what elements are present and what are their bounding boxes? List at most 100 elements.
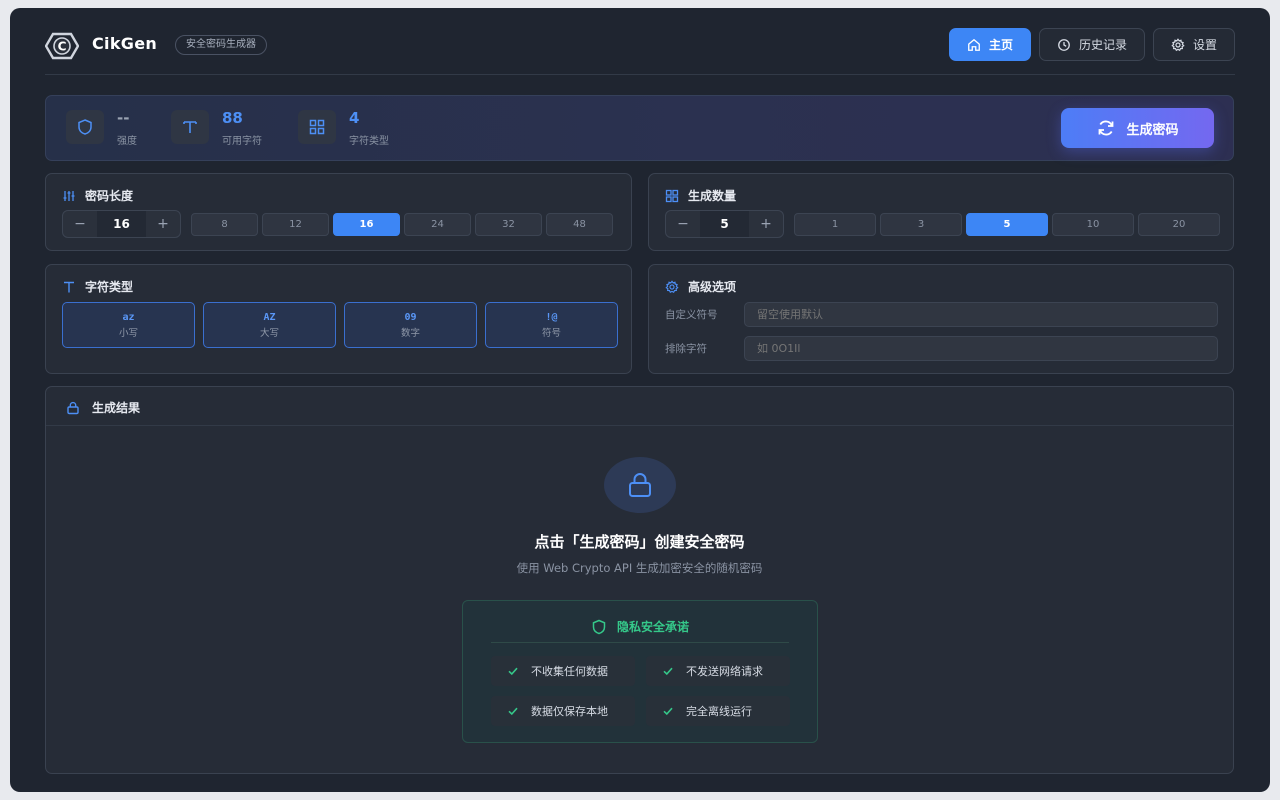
app-name: CikGen [92, 34, 158, 53]
password-length-title: 密码长度 [62, 187, 133, 204]
advanced-options-card: 高级选项 自定义符号 排除字符 [648, 264, 1234, 374]
char-type-toggles: az 小写 AZ 大写 09 数字 !@ 符号 [62, 302, 618, 348]
promise-item: 不发送网络请求 [646, 656, 790, 686]
length-preset-8[interactable]: 8 [191, 213, 258, 236]
count-preset-1[interactable]: 1 [794, 213, 876, 236]
length-preset-16[interactable]: 16 [333, 213, 400, 236]
nav-history-label: 历史记录 [1078, 38, 1127, 52]
custom-symbols-row: 自定义符号 [665, 302, 1218, 327]
char-type-symbols-toggle[interactable]: !@ 符号 [485, 302, 618, 348]
length-preset-32[interactable]: 32 [475, 213, 542, 236]
count-preset-20[interactable]: 20 [1138, 213, 1220, 236]
type-icon [171, 110, 209, 144]
check-icon [508, 667, 518, 676]
char-types-title: 字符类型 [62, 278, 133, 295]
count-preset-3[interactable]: 3 [880, 213, 962, 236]
advanced-options-title: 高级选项 [665, 278, 736, 295]
promise-item: 数据仅保存本地 [491, 696, 635, 726]
length-increment-button[interactable]: + [146, 211, 180, 237]
char-type-uppercase-toggle[interactable]: AZ 大写 [203, 302, 336, 348]
result-header: 生成结果 [46, 387, 1233, 426]
gear-icon [1171, 37, 1185, 51]
count-presets: 1 3 5 10 20 [794, 213, 1220, 236]
gear-icon [665, 279, 679, 293]
promise-item: 不收集任何数据 [491, 656, 635, 686]
count-preset-10[interactable]: 10 [1052, 213, 1134, 236]
exclude-chars-label: 排除字符 [665, 343, 707, 355]
check-icon [663, 667, 673, 676]
grid-icon [298, 110, 336, 144]
lock-icon [67, 401, 79, 414]
password-length-card: 密码长度 − 16 + 8 12 16 24 32 48 [45, 173, 632, 251]
stat-available-chars-label: 可用字符 [222, 136, 262, 147]
length-value[interactable]: 16 [97, 211, 146, 237]
char-type-key: az [122, 311, 135, 323]
char-type-key: !@ [545, 311, 558, 323]
home-icon [968, 38, 980, 51]
privacy-promises: 不收集任何数据 不发送网络请求 数据仅保存本地 完全离线运行 [491, 656, 791, 726]
generate-count-card: 生成数量 − 5 + 1 3 5 10 20 [648, 173, 1234, 251]
char-type-lowercase-toggle[interactable]: az 小写 [62, 302, 195, 348]
check-icon [663, 707, 673, 716]
stat-char-types-label: 字符类型 [349, 136, 389, 147]
stats-bar: -- 强度 88 可用字符 4 字符类型 生成密码 [45, 95, 1234, 161]
length-preset-48[interactable]: 48 [546, 213, 613, 236]
sliders-icon [63, 190, 75, 201]
logo-icon: C [45, 32, 79, 60]
divider [491, 642, 789, 643]
top-nav: 主页 历史记录 设置 [948, 28, 1235, 61]
nav-history-button[interactable]: 历史记录 [1038, 28, 1145, 61]
length-presets: 8 12 16 24 32 48 [191, 213, 613, 236]
stat-strength-value: -- [117, 109, 130, 127]
char-type-key: AZ [263, 311, 276, 323]
char-type-label: 大写 [259, 327, 279, 339]
grid-icon [665, 189, 679, 202]
count-decrement-button[interactable]: − [666, 211, 700, 237]
length-stepper: − 16 + [62, 210, 181, 238]
count-preset-5[interactable]: 5 [966, 213, 1048, 236]
custom-symbols-input[interactable] [744, 302, 1218, 327]
privacy-title: 隐私安全承诺 [463, 618, 817, 635]
stat-strength-label: 强度 [117, 136, 137, 147]
lock-icon [604, 457, 676, 513]
generate-count-title: 生成数量 [665, 187, 736, 204]
count-increment-button[interactable]: + [749, 211, 783, 237]
custom-symbols-label: 自定义符号 [665, 309, 718, 321]
length-preset-12[interactable]: 12 [262, 213, 329, 236]
result-card: 生成结果 点击「生成密码」创建安全密码 使用 Web Crypto API 生成… [45, 386, 1234, 774]
char-type-label: 数字 [400, 327, 420, 339]
app-window: C CikGen 安全密码生成器 主页 历史记录 设置 -- 强度 88 可用字… [10, 8, 1270, 792]
exclude-chars-row: 排除字符 [665, 336, 1218, 361]
nav-home-button[interactable]: 主页 [948, 28, 1031, 61]
app-tag-badge: 安全密码生成器 [175, 35, 267, 55]
char-type-label: 小写 [118, 327, 138, 339]
result-title: 生成结果 [66, 399, 140, 416]
stat-char-types-value: 4 [349, 109, 360, 127]
check-icon [508, 707, 518, 716]
length-decrement-button[interactable]: − [63, 211, 97, 237]
nav-settings-button[interactable]: 设置 [1152, 28, 1235, 61]
empty-state-title: 点击「生成密码」创建安全密码 [534, 533, 745, 551]
stat-available-chars-value: 88 [222, 109, 243, 127]
char-type-digits-toggle[interactable]: 09 数字 [344, 302, 477, 348]
clock-icon [1058, 38, 1070, 51]
count-stepper: − 5 + [665, 210, 784, 238]
nav-settings-label: 设置 [1192, 38, 1217, 52]
char-type-label: 符号 [541, 327, 561, 339]
svg-text:C: C [58, 40, 67, 54]
char-type-key: 09 [404, 311, 417, 323]
app-header: C CikGen 安全密码生成器 主页 历史记录 设置 [45, 28, 1235, 75]
generate-password-label: 生成密码 [1126, 121, 1179, 137]
privacy-promise-panel: 隐私安全承诺 不收集任何数据 不发送网络请求 数据仅保存本地 完全离线运行 [462, 600, 818, 743]
shield-icon [592, 619, 606, 634]
length-preset-24[interactable]: 24 [404, 213, 471, 236]
generate-password-button[interactable]: 生成密码 [1061, 108, 1214, 148]
count-value[interactable]: 5 [700, 211, 749, 237]
shield-icon [66, 110, 104, 144]
exclude-chars-input[interactable] [744, 336, 1218, 361]
char-types-card: 字符类型 az 小写 AZ 大写 09 数字 !@ 符号 [45, 264, 632, 374]
empty-state-subtitle: 使用 Web Crypto API 生成加密安全的随机密码 [516, 561, 763, 575]
promise-item: 完全离线运行 [646, 696, 790, 726]
refresh-icon [1099, 120, 1114, 136]
nav-home-label: 主页 [988, 38, 1013, 52]
